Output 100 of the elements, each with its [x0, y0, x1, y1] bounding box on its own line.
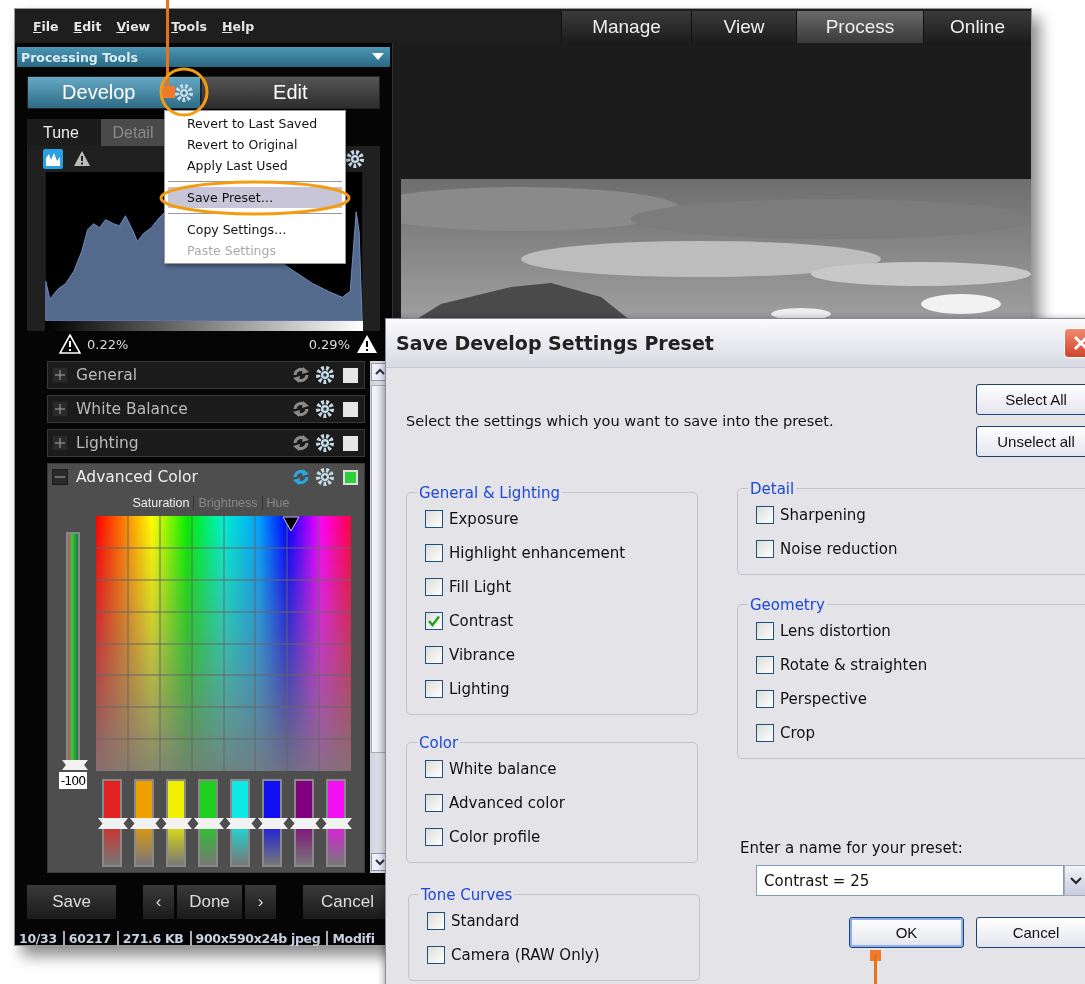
mode-tab[interactable]: Online — [923, 11, 1031, 43]
checkbox[interactable] — [425, 680, 443, 698]
warning-icon[interactable] — [356, 334, 378, 354]
ok-button[interactable]: OK — [849, 917, 964, 948]
checkbox-label[interactable]: Crop — [780, 724, 815, 742]
checkbox[interactable] — [756, 622, 774, 640]
section-header[interactable]: Lighting — [47, 429, 365, 457]
checkbox[interactable] — [756, 690, 774, 708]
checkbox-label[interactable]: Lens distortion — [780, 622, 891, 640]
menu-item[interactable]: Help — [221, 19, 255, 34]
checkbox-label[interactable]: Color profile — [449, 828, 541, 846]
done-button[interactable]: Done — [177, 885, 242, 919]
menu-item[interactable]: Edit — [73, 19, 102, 34]
slider-thumb[interactable] — [322, 818, 352, 829]
checkbox-label[interactable]: Advanced color — [449, 794, 565, 812]
section-header[interactable]: General — [47, 361, 365, 389]
expander-icon[interactable] — [52, 435, 68, 451]
preset-name-field[interactable]: Contrast = 25 — [756, 865, 1064, 896]
menu-item[interactable]: Revert to Last Saved — [165, 113, 345, 134]
menu-item[interactable]: Tools — [171, 19, 207, 34]
checkbox-label[interactable]: Contrast — [449, 612, 514, 630]
slider-thumb[interactable] — [130, 818, 160, 829]
dialog-title: Save Develop Settings Preset — [395, 332, 714, 354]
color-mode-tab[interactable]: Saturation — [128, 496, 194, 510]
mode-tab[interactable]: View — [691, 11, 796, 43]
section-checkbox[interactable] — [343, 367, 358, 383]
checkbox-label[interactable]: Rotate & straighten — [780, 656, 928, 674]
section-header[interactable]: Advanced Color — [47, 463, 365, 491]
checkbox-label[interactable]: White balance — [449, 760, 557, 778]
unselect-all-button[interactable]: Unselect all — [976, 426, 1085, 457]
checkbox[interactable] — [756, 656, 774, 674]
menu-item[interactable]: Revert to Original — [165, 134, 345, 155]
checkbox[interactable] — [425, 510, 443, 528]
group-title: Detail — [750, 480, 795, 498]
checkbox-label[interactable]: Vibrance — [449, 646, 515, 664]
reset-icon[interactable] — [291, 434, 311, 452]
expander-icon[interactable] — [52, 367, 68, 383]
slider-thumb[interactable] — [162, 818, 192, 829]
menu-item[interactable]: Apply Last Used — [165, 155, 345, 176]
section-title: White Balance — [76, 400, 189, 418]
reset-icon[interactable] — [291, 400, 311, 418]
section-header[interactable]: White Balance — [47, 395, 365, 423]
checkbox[interactable] — [425, 578, 443, 596]
slider-thumb[interactable] — [258, 818, 288, 829]
mode-tab[interactable]: Process — [796, 11, 923, 43]
slider-thumb[interactable] — [62, 760, 88, 770]
dropdown-button[interactable] — [1064, 865, 1085, 896]
checkbox[interactable] — [425, 794, 443, 812]
checkbox[interactable] — [425, 646, 443, 664]
gear-icon[interactable] — [315, 365, 335, 385]
checkbox[interactable] — [756, 724, 774, 742]
cancel-button[interactable]: Cancel — [976, 917, 1085, 948]
expander-icon[interactable] — [52, 469, 68, 485]
checkbox-label[interactable]: Perspective — [780, 690, 867, 708]
histogram-icon[interactable] — [42, 148, 63, 169]
gear-icon[interactable] — [315, 399, 335, 419]
mode-tab[interactable]: Manage — [561, 11, 691, 43]
warning-icon[interactable] — [72, 150, 91, 168]
gear-icon[interactable] — [315, 433, 335, 453]
checkbox-label[interactable]: Fill Light — [449, 578, 512, 596]
panel-tab[interactable]: Tune — [27, 119, 101, 146]
slider-thumb[interactable] — [98, 818, 128, 829]
mode-button[interactable]: Develop — [27, 76, 201, 109]
menu-item[interactable]: View — [116, 19, 151, 34]
section-checkbox[interactable] — [343, 469, 358, 485]
dropdown-icon[interactable] — [372, 53, 384, 61]
mode-button[interactable]: Edit — [200, 76, 380, 109]
menu-item[interactable]: Save Preset… — [168, 187, 342, 208]
hue-marker-icon[interactable] — [282, 516, 300, 532]
checkbox[interactable] — [756, 540, 774, 558]
warning-icon[interactable] — [59, 334, 81, 354]
checkbox[interactable] — [425, 612, 443, 630]
checkbox[interactable] — [425, 828, 443, 846]
slider-thumb[interactable] — [194, 818, 224, 829]
slider-thumb[interactable] — [290, 818, 320, 829]
checkbox-label[interactable]: Camera (RAW Only) — [451, 946, 600, 964]
save-button[interactable]: Save — [27, 885, 116, 919]
section-checkbox[interactable] — [343, 435, 358, 451]
previous-button[interactable]: ‹ — [143, 885, 174, 919]
checkbox-label[interactable]: Standard — [451, 912, 520, 930]
checkbox-label[interactable]: Exposure — [449, 510, 519, 528]
checkbox[interactable] — [427, 912, 445, 930]
checkbox[interactable] — [425, 544, 443, 562]
menu-item[interactable]: Copy Settings… — [165, 219, 345, 240]
gear-icon[interactable] — [344, 148, 365, 169]
checkbox[interactable] — [756, 506, 774, 524]
reset-icon[interactable] — [291, 366, 311, 384]
checkbox-label[interactable]: Highlight enhancement — [449, 544, 626, 562]
checkbox[interactable] — [427, 946, 445, 964]
expander-icon[interactable] — [52, 401, 68, 417]
menu-item[interactable]: File — [33, 19, 59, 34]
next-button[interactable]: › — [245, 885, 276, 919]
slider-thumb[interactable] — [226, 818, 256, 829]
select-all-button[interactable]: Select All — [976, 384, 1085, 415]
checkbox-label[interactable]: Lighting — [449, 680, 510, 698]
checkbox[interactable] — [425, 760, 443, 778]
checkbox-label[interactable]: Noise reduction — [780, 540, 898, 558]
section-checkbox[interactable] — [343, 401, 358, 417]
checkbox-label[interactable]: Sharpening — [780, 506, 866, 524]
reset-icon[interactable] — [291, 468, 311, 486]
